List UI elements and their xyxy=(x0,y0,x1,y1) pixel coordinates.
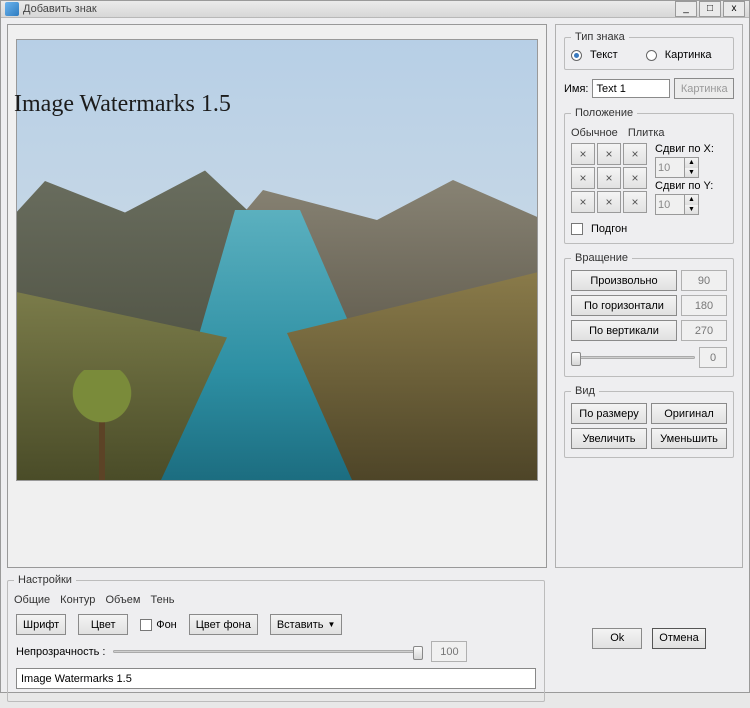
settings-legend: Настройки xyxy=(14,574,76,586)
shift-y-value[interactable] xyxy=(656,195,684,214)
titlebar: Добавить знак _ □ x xyxy=(1,1,749,18)
image-button[interactable]: Картинка xyxy=(674,78,734,99)
color-button[interactable]: Цвет xyxy=(78,614,128,635)
shift-x-up[interactable]: ▲ xyxy=(685,158,698,168)
shift-x-down[interactable]: ▼ xyxy=(685,168,698,178)
radio-text-label: Текст xyxy=(590,49,618,61)
output-text[interactable]: Image Watermarks 1.5 xyxy=(16,668,536,689)
watermark-preview-text: Image Watermarks 1.5 xyxy=(14,91,231,118)
cancel-button[interactable]: Отмена xyxy=(652,628,705,649)
anchor-ml[interactable]: × xyxy=(571,167,595,189)
app-icon xyxy=(5,2,19,16)
shift-x-label: Сдвиг по X: xyxy=(655,143,714,155)
bg-checkbox[interactable] xyxy=(140,619,152,631)
tab-shadow[interactable]: Тень xyxy=(150,594,174,606)
rotation-legend: Вращение xyxy=(571,252,632,264)
radio-image[interactable] xyxy=(646,50,657,61)
preview-panel: Image Watermarks 1.5 xyxy=(7,24,547,568)
anchor-tl[interactable]: × xyxy=(571,143,595,165)
insert-dropdown[interactable]: Вставить ▼ xyxy=(270,614,343,635)
type-group: Тип знака Текст Картинка xyxy=(564,31,734,70)
name-label: Имя: xyxy=(564,83,588,95)
opacity-label: Непрозрачность : xyxy=(16,646,105,658)
position-group: Положение Обычное Плитка ××× ××× ××× Сдв… xyxy=(564,107,734,244)
anchor-mr[interactable]: × xyxy=(623,167,647,189)
view-fit[interactable]: По размеру xyxy=(571,403,647,424)
anchor-tr[interactable]: × xyxy=(623,143,647,165)
bg-color-button[interactable]: Цвет фона xyxy=(189,614,258,635)
view-zoom-in[interactable]: Увеличить xyxy=(571,428,647,449)
anchor-tc[interactable]: × xyxy=(597,143,621,165)
rotation-slider-value: 0 xyxy=(699,347,727,368)
shift-x-value[interactable] xyxy=(656,158,684,177)
anchor-br[interactable]: × xyxy=(623,191,647,213)
opacity-slider[interactable] xyxy=(113,643,423,661)
minimize-button[interactable]: _ xyxy=(675,1,697,17)
rotate-180[interactable]: 180 xyxy=(681,295,727,316)
rotation-slider[interactable] xyxy=(571,349,695,367)
shift-y-label: Сдвиг по Y: xyxy=(655,180,714,192)
tab-tile[interactable]: Плитка xyxy=(628,127,665,139)
opacity-value: 100 xyxy=(431,641,467,662)
rotate-270[interactable]: 270 xyxy=(681,320,727,341)
tab-contour[interactable]: Контур xyxy=(60,594,95,606)
type-legend: Тип знака xyxy=(571,31,629,43)
close-button[interactable]: x xyxy=(723,1,745,17)
shift-x-spinner[interactable]: ▲▼ xyxy=(655,157,699,178)
shift-y-down[interactable]: ▼ xyxy=(685,205,698,215)
font-button[interactable]: Шрифт xyxy=(16,614,66,635)
rotate-horizontal[interactable]: По горизонтали xyxy=(571,295,677,316)
ok-button[interactable]: Ok xyxy=(592,628,642,649)
maximize-button[interactable]: □ xyxy=(699,1,721,17)
rotate-vertical[interactable]: По вертикали xyxy=(571,320,677,341)
tab-volume[interactable]: Объем xyxy=(105,594,140,606)
anchor-grid: ××× ××× ××× xyxy=(571,143,647,213)
tab-general[interactable]: Общие xyxy=(14,594,50,606)
fit-label: Подгон xyxy=(591,223,627,235)
position-legend: Положение xyxy=(571,107,637,119)
anchor-bl[interactable]: × xyxy=(571,191,595,213)
shift-y-up[interactable]: ▲ xyxy=(685,195,698,205)
view-group: Вид По размеру Оригинал Увеличить Уменьш… xyxy=(564,385,734,458)
tab-normal[interactable]: Обычное xyxy=(571,127,618,139)
window-title: Добавить знак xyxy=(23,3,97,15)
anchor-mc[interactable]: × xyxy=(597,167,621,189)
view-legend: Вид xyxy=(571,385,599,397)
view-original[interactable]: Оригинал xyxy=(651,403,727,424)
fit-checkbox[interactable] xyxy=(571,223,583,235)
radio-image-label: Картинка xyxy=(665,49,712,61)
rotation-group: Вращение Произвольно 90 По горизонтали 1… xyxy=(564,252,734,377)
bg-label: Фон xyxy=(156,619,177,631)
view-zoom-out[interactable]: Уменьшить xyxy=(651,428,727,449)
anchor-bc[interactable]: × xyxy=(597,191,621,213)
radio-text[interactable] xyxy=(571,50,582,61)
chevron-down-icon: ▼ xyxy=(327,620,335,629)
rotate-90[interactable]: 90 xyxy=(681,270,727,291)
shift-y-spinner[interactable]: ▲▼ xyxy=(655,194,699,215)
settings-group: Настройки Общие Контур Объем Тень Шрифт … xyxy=(7,574,545,702)
name-input[interactable] xyxy=(592,79,670,98)
rotate-arbitrary[interactable]: Произвольно xyxy=(571,270,677,291)
